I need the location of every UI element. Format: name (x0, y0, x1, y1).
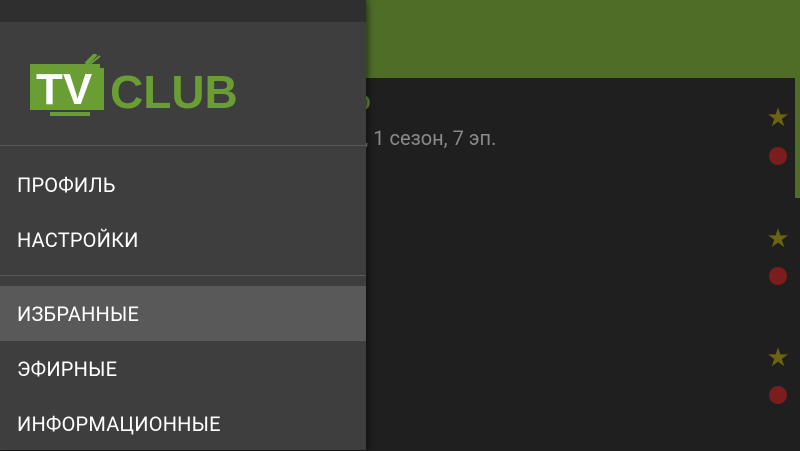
divider (0, 145, 366, 146)
logo-tv-text: TV (36, 65, 93, 114)
menu-item-label: ПРОФИЛЬ (17, 172, 116, 197)
star-icon[interactable]: ★ (766, 105, 790, 131)
navigation-drawer: TV CLUB ПРОФИЛЬ НАСТРОЙКИ ИЗБРАННЫЕ ЭФИР… (0, 0, 366, 450)
menu-item-favorites[interactable]: ИЗБРАННЫЕ (0, 286, 366, 341)
record-dot-icon[interactable] (769, 267, 787, 285)
tv-club-logo: TV CLUB (30, 54, 238, 118)
scroll-indicator[interactable] (795, 78, 800, 198)
star-icon[interactable]: ★ (766, 226, 790, 252)
star-icon[interactable]: ★ (766, 345, 790, 371)
divider (0, 275, 366, 276)
record-dot-icon[interactable] (769, 386, 787, 404)
menu-item-label: НАСТРОЙКИ (17, 227, 139, 252)
logo-club-text: CLUB (110, 66, 238, 118)
drawer-status-bar (0, 0, 366, 22)
menu-item-news[interactable]: ИНФОРМАЦИОННЫЕ (0, 396, 366, 451)
menu-item-label: ИНФОРМАЦИОННЫЕ (17, 411, 221, 436)
menu-item-settings[interactable]: НАСТРОЙКИ (0, 212, 366, 267)
menu-item-profile[interactable]: ПРОФИЛЬ (0, 157, 366, 212)
menu-item-label: ЭФИРНЫЕ (17, 356, 118, 381)
record-dot-icon[interactable] (769, 147, 787, 165)
menu-item-label: ИЗБРАННЫЕ (17, 301, 140, 326)
menu-item-broadcast[interactable]: ЭФИРНЫЕ (0, 341, 366, 396)
